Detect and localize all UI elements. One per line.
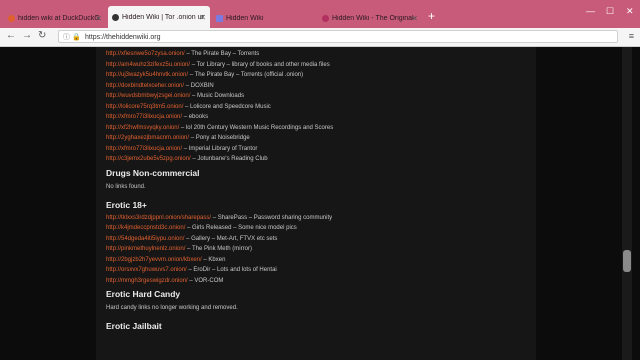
- onion-link[interactable]: http://2yghaxezjbmacnm.onion/: [106, 135, 189, 141]
- page-favicon-icon: [112, 13, 119, 21]
- link-row: http://k4jmdeccpnstd3c.onion/ – Girls Re…: [106, 223, 526, 234]
- address-bar[interactable]: ⓘ 🔒 https://thehiddenwiki.org: [58, 30, 618, 43]
- close-tab-icon[interactable]: ✕: [411, 14, 418, 23]
- navigation-bar: ← → ↻ ⓘ 🔒 https://thehiddenwiki.org ≡: [0, 28, 640, 47]
- link-row: http://2yghaxezjbmacnm.onion/ – Pony at …: [106, 133, 526, 144]
- page-viewport: http://xfiesnwe5o7zysa.onion/ – The Pira…: [0, 47, 640, 360]
- link-description: – EroDir – Lots and lots of Hentai: [186, 267, 277, 273]
- drugs-note: No links found.: [106, 183, 146, 190]
- link-description: – The Pink Meth (mirror): [185, 246, 252, 252]
- tab-title: hidden wiki at DuckDuckGo: [18, 14, 100, 22]
- link-row: http://mmgh3rgeswigzdr.onion/ – VOR-COM: [106, 276, 526, 287]
- link-row: http://tklxxs3rdzdjppnl.onion/sharepass/…: [106, 213, 526, 224]
- link-description: – The Pirate Bay – Torrents (official .o…: [188, 72, 304, 78]
- onion-link[interactable]: http://xf2hwfmsvyqky.onion/: [106, 125, 179, 131]
- tab-title: Hidden Wiki - The Original (: [332, 14, 416, 22]
- onion-link[interactable]: http://orsxvx7ghuwuvs7.onion/: [106, 267, 187, 273]
- close-tab-icon[interactable]: ✕: [95, 14, 102, 23]
- new-tab-icon[interactable]: +: [428, 9, 435, 23]
- onion-link[interactable]: http://c3jemx2ube5v5zpg.onion/: [106, 156, 191, 162]
- wiki-content: http://xfiesnwe5o7zysa.onion/ – The Pira…: [96, 47, 536, 360]
- onion-link[interactable]: http://mmgh3rgeswigzdr.onion/: [106, 278, 188, 284]
- link-row: http://xfmro77i3lixucja.onion/ – ebooks: [106, 112, 526, 123]
- duckduckgo-favicon-icon: [8, 14, 15, 22]
- tab-title: Hidden Wiki: [226, 14, 264, 22]
- link-row: http://wuvdsbmbwyjzsgei.onion/ – Music D…: [106, 91, 526, 102]
- link-description: – Girls Released – Some nice model pics: [185, 225, 297, 231]
- link-row: http://54dgeda4iti5iypu.onion/ – Gallery…: [106, 234, 526, 245]
- onion-link[interactable]: http://xfmro77i3lixucja.onion/: [106, 146, 182, 152]
- hard-candy-note: Hard candy links no longer working and r…: [106, 305, 238, 311]
- onion-link[interactable]: http://lolicore75rq3tm5.onion/: [106, 104, 183, 110]
- close-tab-icon[interactable]: ✕: [199, 13, 206, 22]
- section-heading-drugs: Drugs Non-commercial: [106, 167, 200, 178]
- link-description: – Jotunbane's Reading Club: [190, 156, 268, 162]
- onion-link[interactable]: http://wuvdsbmbwyjzsgei.onion/: [106, 93, 190, 99]
- link-description: – Tor Library – library of books and oth…: [190, 61, 330, 68]
- onion-link[interactable]: http://doxbindtelxceher.onion/: [106, 83, 184, 89]
- scrollbar-thumb[interactable]: [623, 250, 631, 272]
- link-row: http://xfmro77i3lixucja.onion/ – Imperia…: [106, 144, 526, 155]
- erotic-links-list: http://tklxxs3rdzdjppnl.onion/sharepass/…: [106, 213, 526, 287]
- url-text: https://thehiddenwiki.org: [85, 34, 161, 41]
- close-window-icon[interactable]: ✕: [626, 6, 634, 17]
- link-description: – Gallery – Met-Art, FTVX etc sets: [184, 235, 278, 242]
- link-description: – Music Downloads: [190, 93, 245, 99]
- onion-link[interactable]: http://54dgeda4iti5iypu.onion/: [106, 236, 184, 242]
- minimize-icon[interactable]: —: [586, 6, 595, 16]
- reload-icon[interactable]: ↻: [38, 30, 46, 41]
- tab-hidden-wiki-original[interactable]: Hidden Wiki - The Original ( ✕: [318, 8, 422, 28]
- link-row: http://c3jemx2ube5v5zpg.onion/ – Jotunba…: [106, 154, 526, 165]
- link-row: http://pinkmethuylnenlz.onion/ – The Pin…: [106, 244, 526, 255]
- link-row: http://xfiesnwe5o7zysa.onion/ – The Pira…: [106, 49, 526, 60]
- media-links-list: http://xfiesnwe5o7zysa.onion/ – The Pira…: [106, 49, 526, 165]
- onion-link[interactable]: http://2bgjzb2h7yevvm.onion/kbxen/: [106, 257, 202, 263]
- link-description: – ebooks: [182, 114, 209, 120]
- onion-link[interactable]: http://xfiesnwe5o7zysa.onion/: [106, 51, 185, 57]
- link-description: – Pony at Noisebridge: [189, 135, 250, 141]
- back-icon[interactable]: ←: [6, 30, 16, 41]
- link-row: http://lolicore75rq3tm5.onion/ – Lolicor…: [106, 102, 526, 113]
- onion-link[interactable]: http://xfmro77i3lixucja.onion/: [106, 114, 182, 120]
- link-row: http://uj3wazyk5u4hnvtk.onion/ – The Pir…: [106, 70, 526, 81]
- section-heading-erotic: Erotic 18+: [106, 199, 147, 210]
- maximize-icon[interactable]: ☐: [606, 6, 614, 17]
- tab-hidden-wiki[interactable]: Hidden Wiki: [212, 8, 314, 28]
- onion-link[interactable]: http://tklxxs3rdzdjppnl.onion/sharepass/: [106, 215, 211, 221]
- link-description: – VOR-COM: [187, 277, 224, 284]
- wiki-favicon-icon: [322, 14, 329, 22]
- link-description: – Imperial Library of Trantor: [182, 145, 258, 152]
- tab-title: Hidden Wiki | Tor .onion urls: [122, 13, 204, 21]
- link-description: – SharePass – Password sharing community: [211, 214, 333, 221]
- link-description: – lol 20th Century Western Music Recordi…: [179, 124, 334, 131]
- link-row: http://doxbindtelxceher.onion/ – DOXBIN: [106, 81, 526, 92]
- onion-link[interactable]: http://am4wuhz3zifexz5u.onion/: [106, 62, 190, 68]
- link-row: http://am4wuhz3zifexz5u.onion/ – Tor Lib…: [106, 60, 526, 71]
- page-scrollbar[interactable]: [622, 47, 632, 360]
- site-info-icon[interactable]: ⓘ 🔒: [63, 31, 81, 44]
- link-row: http://2bgjzb2h7yevvm.onion/kbxen/ – Kbx…: [106, 255, 526, 266]
- menu-icon[interactable]: ≡: [629, 31, 634, 41]
- link-description: – The Pirate Bay – Torrents: [184, 51, 260, 57]
- section-heading-hard-candy: Erotic Hard Candy: [106, 289, 181, 299]
- link-description: – Kbxen: [201, 256, 226, 263]
- tab-strip: hidden wiki at DuckDuckGo ✕ Hidden Wiki …: [0, 0, 640, 28]
- onion-link[interactable]: http://uj3wazyk5u4hnvtk.onion/: [106, 72, 188, 78]
- link-description: – DOXBIN: [184, 82, 214, 89]
- link-description: – Lolicore and Speedcore Music: [183, 103, 271, 110]
- tab-duckduckgo[interactable]: hidden wiki at DuckDuckGo ✕: [4, 8, 106, 28]
- onion-link[interactable]: http://pinkmethuylnenlz.onion/: [106, 246, 185, 252]
- forward-icon[interactable]: →: [22, 30, 32, 41]
- link-row: http://xf2hwfmsvyqky.onion/ – lol 20th C…: [106, 123, 526, 134]
- onion-link[interactable]: http://k4jmdeccpnstd3c.onion/: [106, 225, 185, 231]
- wiki-favicon-icon: [216, 14, 223, 22]
- link-row: http://orsxvx7ghuwuvs7.onion/ – EroDir –…: [106, 265, 526, 276]
- section-heading-jailbait: Erotic Jailbait: [106, 321, 162, 331]
- tab-hidden-wiki-tor[interactable]: Hidden Wiki | Tor .onion urls ✕: [108, 6, 210, 28]
